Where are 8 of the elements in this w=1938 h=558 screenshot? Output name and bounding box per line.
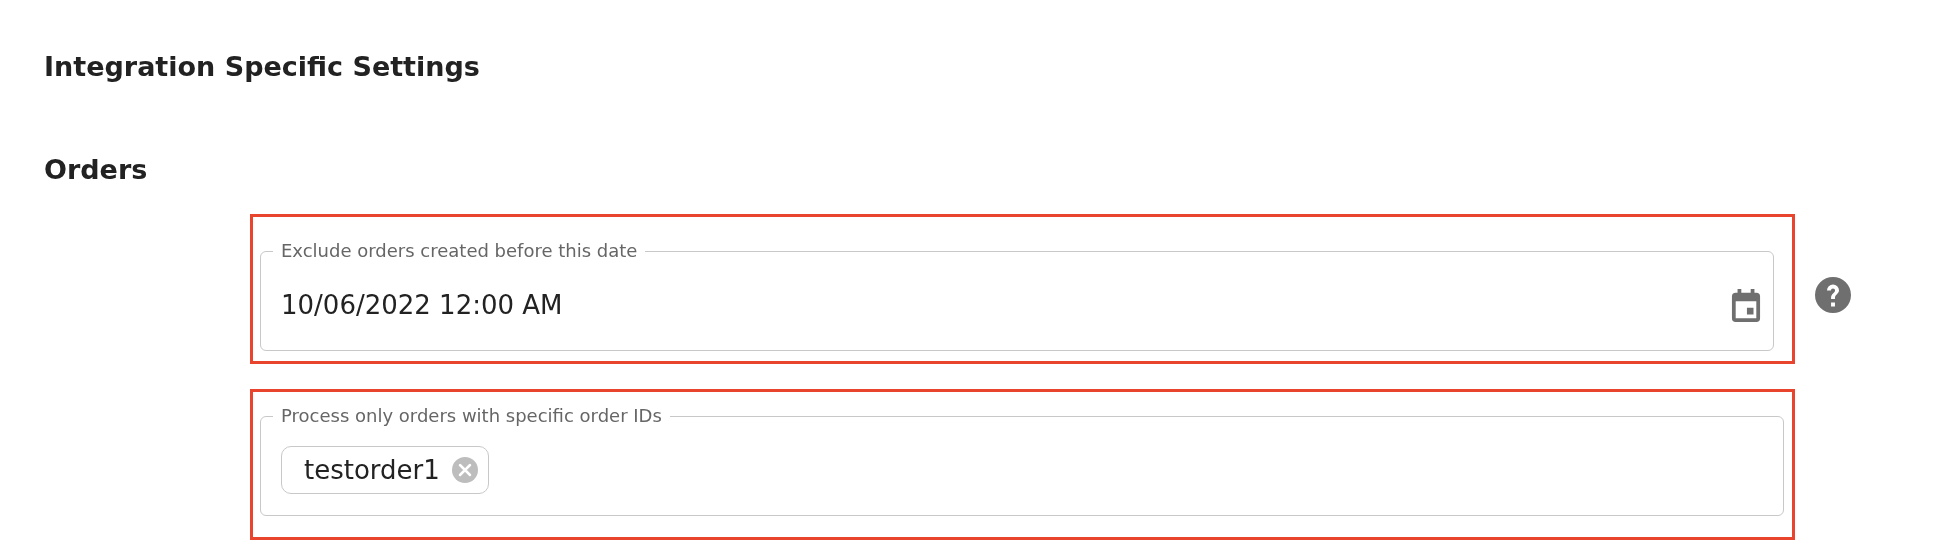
page-title: Integration Specific Settings (44, 52, 481, 82)
help-icon[interactable] (1815, 277, 1851, 313)
field-label: Exclude orders created before this date (280, 239, 639, 263)
calendar-icon[interactable] (1731, 288, 1761, 322)
tag-chip[interactable]: testorder1 (281, 446, 489, 494)
section-heading: Orders (44, 155, 149, 185)
date-value: 10/06/2022 12:00 AM (281, 290, 564, 320)
field-label: Process only orders with specific order IDs (280, 404, 663, 428)
